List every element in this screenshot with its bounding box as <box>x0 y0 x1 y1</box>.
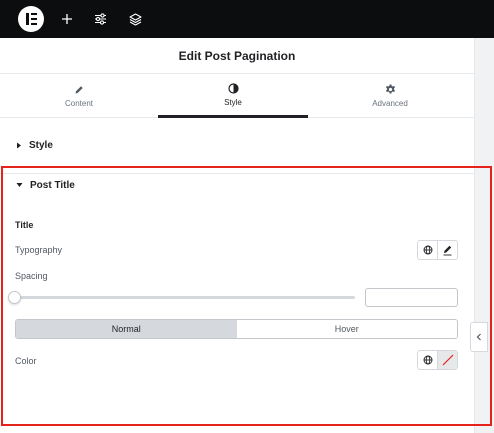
tab-content[interactable]: Content <box>4 74 154 118</box>
contrast-icon <box>227 82 239 94</box>
pencil-icon <box>75 85 83 93</box>
gear-icon <box>385 84 395 94</box>
section-post-title-toggle[interactable]: Post Title <box>0 165 474 205</box>
elementor-logo-icon[interactable] <box>18 6 44 32</box>
tab-advanced[interactable]: Advanced <box>315 74 465 118</box>
editor-panel: Edit Post Pagination Content Style Advan… <box>0 38 474 433</box>
section-style-label: Style <box>29 140 53 151</box>
panel-title: Edit Post Pagination <box>178 48 296 63</box>
plus-icon[interactable] <box>57 9 77 29</box>
preview-gutter <box>474 38 494 433</box>
globe-icon[interactable] <box>418 241 437 259</box>
panel-header: Edit Post Pagination <box>0 38 474 74</box>
color-picker-none-icon[interactable] <box>437 351 457 369</box>
top-bar <box>0 0 494 38</box>
globe-icon[interactable] <box>418 351 437 369</box>
layers-icon[interactable] <box>125 9 145 29</box>
spacing-slider-track[interactable] <box>15 296 355 299</box>
caret-right-icon <box>17 142 21 149</box>
tab-content-label: Content <box>64 98 94 108</box>
tab-style[interactable]: Style <box>158 74 308 118</box>
spacing-slider-thumb[interactable] <box>8 291 21 304</box>
spacing-input[interactable] <box>365 288 458 307</box>
tab-style-label: Style <box>224 97 242 107</box>
state-switcher: Normal Hover <box>15 319 458 339</box>
tab-normal[interactable]: Normal <box>16 320 237 338</box>
color-controls <box>417 350 458 370</box>
tab-hover[interactable]: Hover <box>236 320 457 338</box>
section-post-title-label: Post Title <box>30 179 75 191</box>
collapse-panel-button[interactable] <box>470 322 488 352</box>
typography-controls <box>417 240 458 260</box>
edit-pencil-icon[interactable] <box>437 241 457 259</box>
tab-advanced-label: Advanced <box>372 99 408 108</box>
sliders-icon[interactable] <box>90 9 110 29</box>
chevron-left-icon <box>476 333 481 341</box>
typography-label: Typography <box>15 245 63 255</box>
spacing-label: Spacing <box>15 271 48 281</box>
title-heading: Title <box>15 220 34 230</box>
panel-tabs: Content Style Advanced <box>0 74 474 118</box>
caret-down-icon <box>16 183 23 187</box>
color-label: Color <box>15 356 37 366</box>
